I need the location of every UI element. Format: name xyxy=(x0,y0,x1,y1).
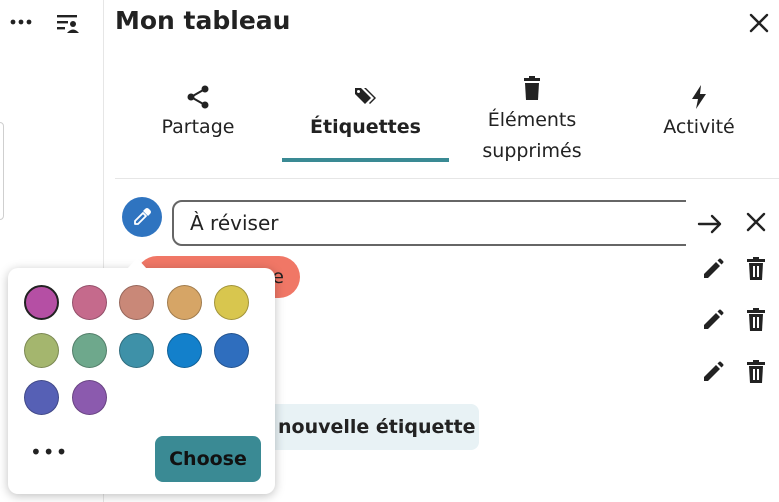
new-tag-label: nouvelle étiquette xyxy=(278,416,476,438)
tab-elements-supprimes[interactable]: Éléments supprimés xyxy=(476,76,588,167)
tab-activite[interactable]: Activité xyxy=(660,84,738,143)
close-icon[interactable] xyxy=(745,211,767,233)
color-swatch[interactable] xyxy=(166,285,202,320)
color-swatch[interactable] xyxy=(71,380,107,415)
pencil-icon[interactable] xyxy=(702,258,724,280)
trash-icon[interactable] xyxy=(745,257,767,281)
color-swatch[interactable] xyxy=(214,332,249,368)
arrow-right-icon[interactable] xyxy=(697,211,723,237)
color-swatch[interactable] xyxy=(24,332,59,368)
board-menu-icon[interactable] xyxy=(56,12,80,36)
share-icon xyxy=(158,84,238,112)
more-options-icon[interactable] xyxy=(10,10,32,34)
tab-label-line2: supprimés xyxy=(482,140,582,162)
trash-icon[interactable] xyxy=(745,308,767,332)
close-icon[interactable] xyxy=(746,10,772,36)
tab-partage[interactable]: Partage xyxy=(158,84,238,143)
color-swatch[interactable] xyxy=(71,285,107,320)
card-fragment xyxy=(0,122,4,220)
tab-label: Partage xyxy=(161,116,235,138)
pencil-icon[interactable] xyxy=(702,309,724,331)
color-picker-button[interactable] xyxy=(122,197,162,237)
active-tab-indicator xyxy=(282,158,449,162)
tab-label: Activité xyxy=(663,116,735,138)
tab-etiquettes[interactable]: Étiquettes xyxy=(282,84,449,143)
color-swatch[interactable] xyxy=(119,332,154,368)
color-swatch[interactable] xyxy=(166,332,202,368)
pencil-icon[interactable] xyxy=(702,361,724,383)
color-swatch[interactable] xyxy=(119,285,154,320)
tab-label: Étiquettes xyxy=(310,116,421,138)
color-swatch[interactable] xyxy=(24,380,59,415)
choose-button[interactable]: Choose xyxy=(155,436,261,482)
color-swatch[interactable] xyxy=(214,285,249,320)
trash-icon xyxy=(476,76,588,104)
tag-name-input[interactable] xyxy=(172,200,772,246)
tags-icon xyxy=(282,84,449,112)
trash-icon[interactable] xyxy=(745,360,767,384)
popover-arrow xyxy=(127,258,147,269)
tab-label-line1: Éléments xyxy=(487,109,577,131)
page-title: Mon tableau xyxy=(115,6,291,35)
new-tag-button[interactable]: nouvelle étiquette xyxy=(262,404,479,450)
tabs-divider xyxy=(115,178,779,179)
color-swatch[interactable] xyxy=(24,285,59,320)
more-colors-button[interactable]: ••• xyxy=(30,442,67,471)
bolt-icon xyxy=(660,84,738,112)
color-swatch[interactable] xyxy=(71,332,107,368)
eyedropper-icon xyxy=(134,208,151,225)
